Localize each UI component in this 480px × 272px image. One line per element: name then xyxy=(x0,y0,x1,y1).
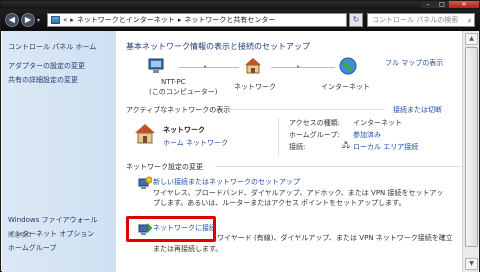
minimize-button[interactable]: – xyxy=(421,1,435,8)
scroll-down-button[interactable]: ▼ xyxy=(465,258,478,270)
column-divider xyxy=(278,118,279,156)
homegroup-label: ホームグループ: xyxy=(289,131,340,139)
breadcrumb-sharing-center[interactable]: ネットワークと共有センター xyxy=(184,15,275,25)
access-type-label: アクセスの種類: xyxy=(289,119,341,127)
network-label: ネットワーク xyxy=(234,83,276,91)
forward-arrow-icon: ▶ xyxy=(24,15,32,24)
breadcrumb-network-internet[interactable]: ネットワークとインターネット xyxy=(77,15,175,25)
computer-subtitle: (このコンピューター) xyxy=(149,88,218,96)
active-network-name: ネットワーク xyxy=(163,126,205,134)
scroll-thumb[interactable] xyxy=(465,47,478,247)
computer-icon xyxy=(148,58,164,73)
sidebar-home-link[interactable]: コントロール パネル ホーム xyxy=(8,42,96,52)
scroll-up-button[interactable]: ▲ xyxy=(465,33,478,45)
maximize-button[interactable]: □ xyxy=(435,1,449,8)
computer-name: NTT-PC xyxy=(161,78,186,86)
back-button[interactable]: ◀ xyxy=(5,13,19,27)
chevron-up-icon: ▲ xyxy=(469,35,474,42)
sidebar-firewall-link[interactable]: Windows ファイアウォール xyxy=(8,215,97,225)
network-node xyxy=(244,57,262,77)
search-icon[interactable]: ⌕ xyxy=(468,15,472,27)
full-map-link[interactable]: フル マップの表示 xyxy=(385,58,443,68)
computer-node xyxy=(147,58,165,76)
history-dropdown-icon[interactable]: ▾ xyxy=(37,17,40,24)
address-bar: ◀ ▶ ▾ « ▸ ネットワークとインターネット ▸ ネットワークと共有センター… xyxy=(1,9,480,31)
sidebar-internet-options-link[interactable]: インターネット オプション xyxy=(8,229,94,239)
sidebar-homegroup-link[interactable]: ホームグループ xyxy=(8,243,56,253)
new-connection-icon-wrap xyxy=(138,176,153,192)
sidebar-adapter-settings-link[interactable]: アダプターの設定の変更 xyxy=(8,61,85,71)
connect-disconnect-link[interactable]: 接続または切断 xyxy=(393,105,442,115)
title-bar: – □ ✕ xyxy=(1,1,480,9)
section-divider xyxy=(227,109,385,110)
globe-icon xyxy=(339,57,357,75)
active-networks-heading: アクティブなネットワークの表示 xyxy=(126,106,231,114)
connection-label: 接続: xyxy=(289,143,306,151)
forward-button[interactable]: ▶ xyxy=(21,13,35,27)
close-icon: ✕ xyxy=(461,1,467,8)
home-network-icon xyxy=(135,124,155,144)
internet-node xyxy=(339,57,357,77)
network-sharing-center-window: – □ ✕ ◀ ▶ ▾ « ▸ ネットワークとインターネット ▸ ネットワークと… xyxy=(0,0,480,272)
new-connection-description: ワイヤレス、ブロードバンド、ダイヤルアップ、アドホック、または VPN 接続をセ… xyxy=(153,189,444,207)
search-placeholder: コントロール パネルの検索 xyxy=(372,16,459,24)
new-connection-icon xyxy=(138,176,153,189)
internet-label: インターネット xyxy=(321,83,370,91)
vertical-scrollbar[interactable]: ▲ ▼ xyxy=(462,31,479,272)
homegroup-joined-link[interactable]: 参加済み xyxy=(353,130,381,140)
local-area-connection-link[interactable]: ローカル エリア接続 xyxy=(353,142,418,152)
breadcrumb[interactable]: « ▸ ネットワークとインターネット ▸ ネットワークと共有センター xyxy=(47,13,347,27)
new-connection-link[interactable]: 新しい接続またはネットワークのセットアップ xyxy=(153,177,300,187)
home-network-icon xyxy=(245,58,261,74)
network-type-link[interactable]: ホーム ネットワーク xyxy=(163,138,228,148)
chevron-down-icon: ▼ xyxy=(469,260,474,267)
sidebar: コントロール パネル ホーム アダプターの設定の変更 共有の詳細設定の変更 関連… xyxy=(2,31,116,272)
connect-network-description: ワイヤード (有線)、ダイヤルアップ、または VPN ネットワーク接続を確立 xyxy=(217,234,453,242)
refresh-button[interactable]: ↻ xyxy=(349,13,363,27)
access-type-value: インターネット xyxy=(353,119,402,127)
ethernet-icon: 🖧 xyxy=(342,141,350,149)
map-arrow-icon: ▸ xyxy=(297,63,301,70)
page-title: 基本ネットワーク情報の表示と接続のセットアップ xyxy=(126,42,310,51)
section-divider xyxy=(215,166,461,167)
active-network-icon-wrap xyxy=(134,123,156,147)
search-input[interactable]: コントロール パネルの検索 ⌕ xyxy=(367,13,475,27)
connect-network-description-line2: または再接続します。 xyxy=(153,245,223,253)
minimize-icon: – xyxy=(426,1,430,8)
map-link-line xyxy=(179,67,239,68)
back-arrow-icon: ◀ xyxy=(8,15,16,24)
map-arrow-icon: ▸ xyxy=(204,63,208,70)
refresh-icon: ↻ xyxy=(352,15,360,24)
control-panel-icon xyxy=(51,16,60,24)
sidebar-advanced-sharing-link[interactable]: 共有の詳細設定の変更 xyxy=(8,75,78,85)
breadcrumb-separator: ▸ xyxy=(177,16,182,24)
maximize-icon: □ xyxy=(439,1,445,8)
breadcrumb-separator: ▸ xyxy=(70,16,74,24)
map-link-line xyxy=(271,67,335,68)
close-button[interactable]: ✕ xyxy=(449,1,479,8)
change-settings-heading: ネットワーク設定の変更 xyxy=(126,163,203,171)
breadcrumb-separator: « xyxy=(63,16,68,24)
highlight-box xyxy=(126,216,216,242)
